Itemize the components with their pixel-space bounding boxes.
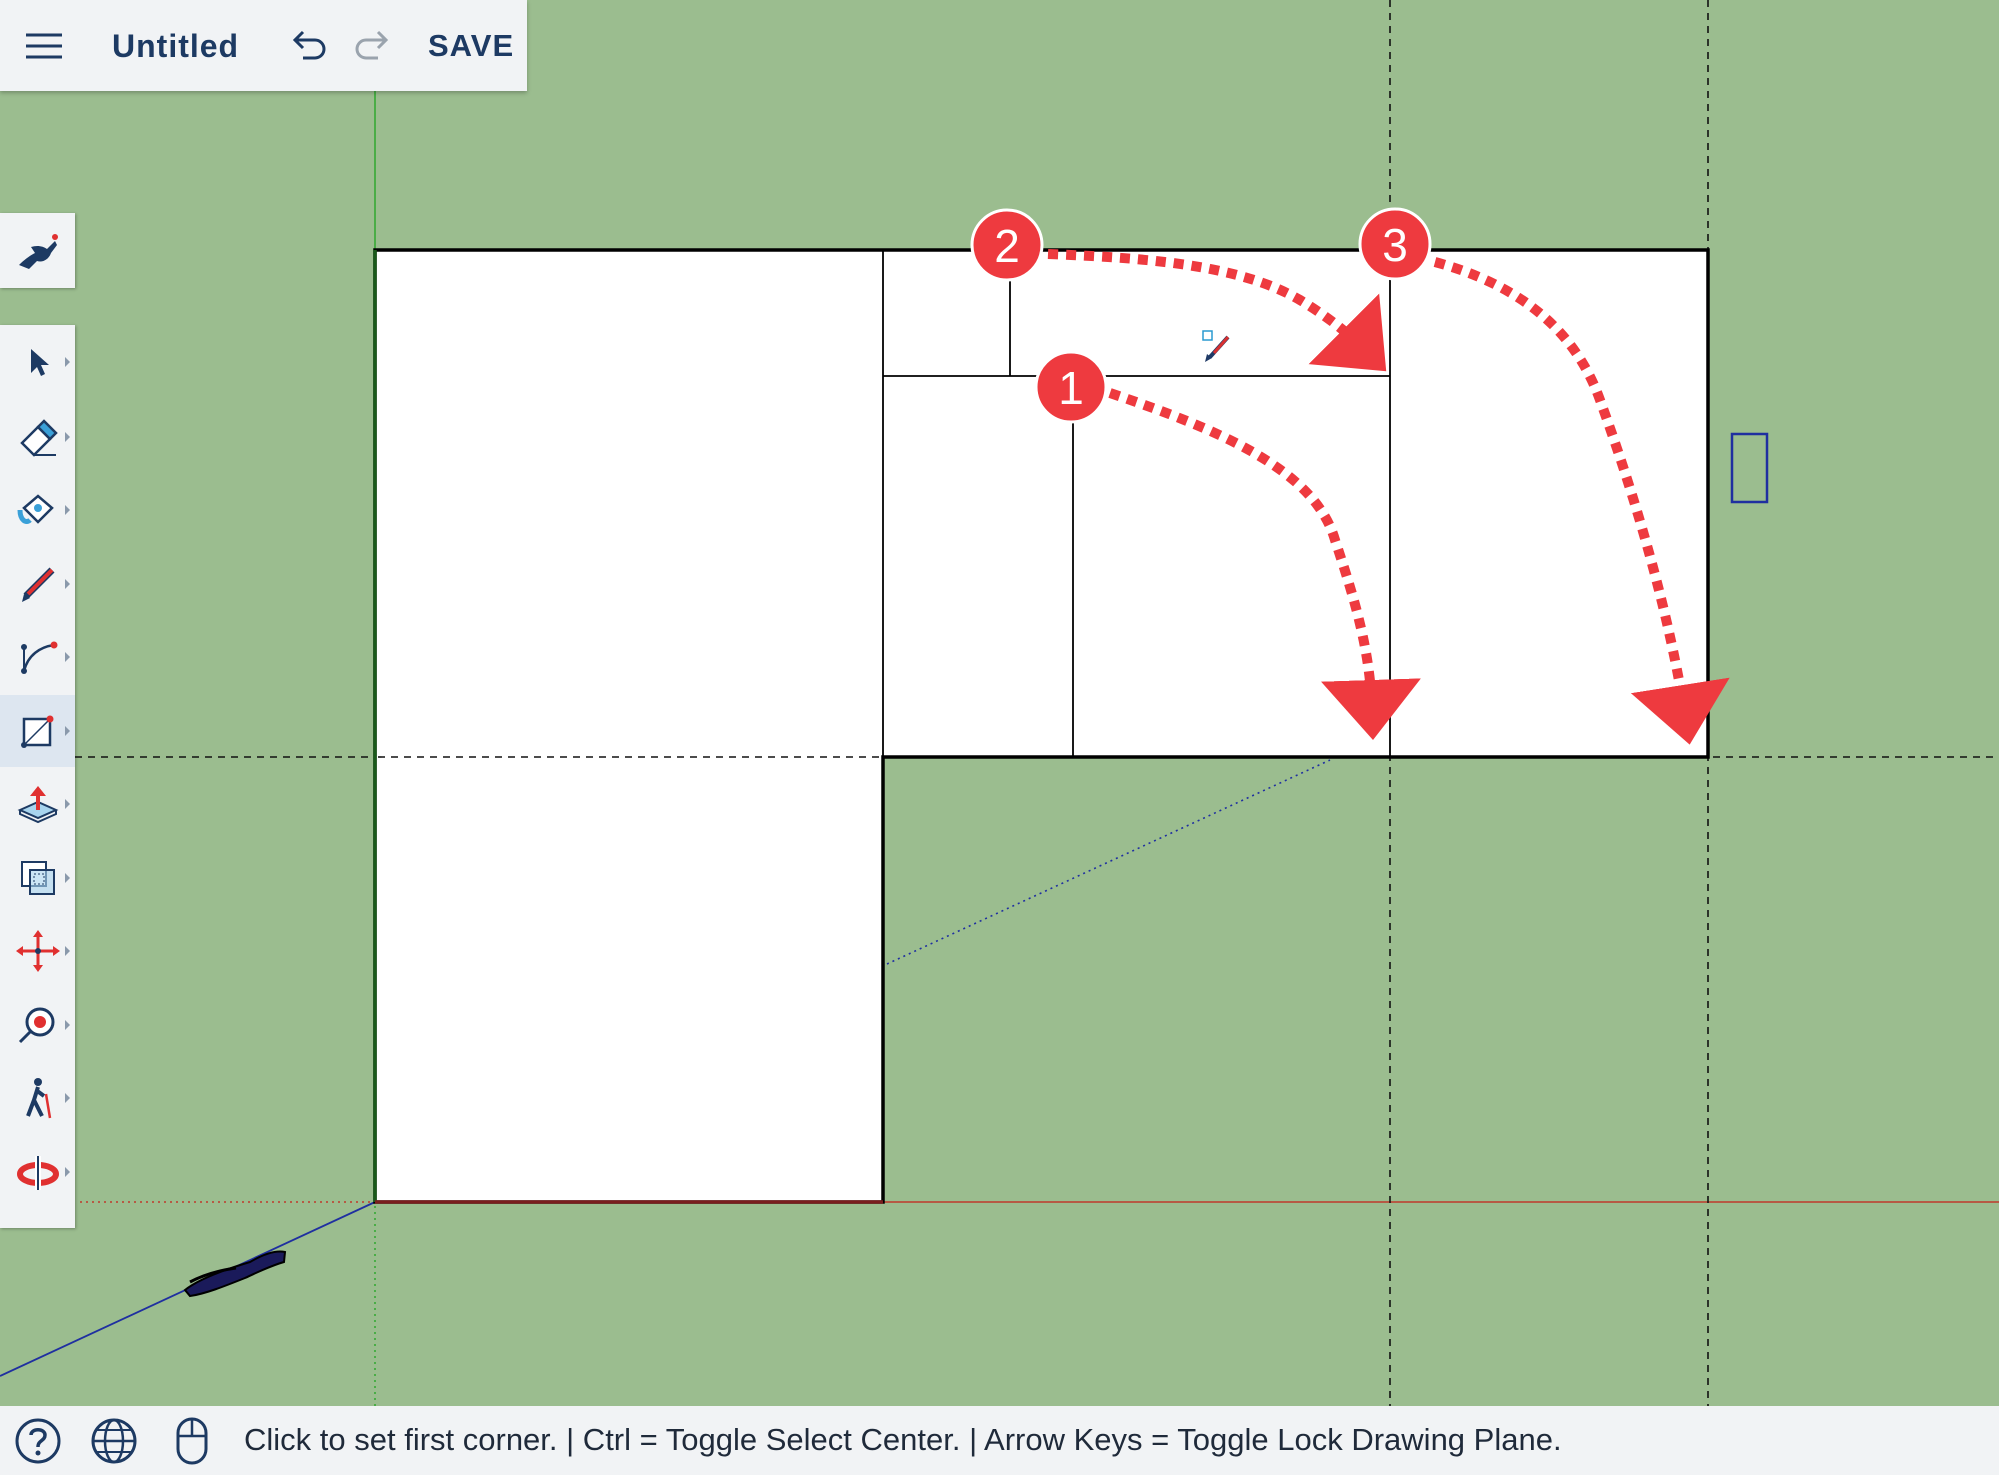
help-icon [15, 1418, 61, 1464]
tool-expand-caret[interactable] [65, 357, 70, 367]
eraser-tool[interactable] [0, 401, 75, 473]
tool-palette [0, 325, 75, 1228]
tool-expand-caret[interactable] [65, 579, 70, 589]
blue-inference-line [886, 759, 1331, 965]
arc-icon [20, 641, 57, 674]
globe-icon [91, 1418, 137, 1464]
undo-icon [292, 30, 326, 60]
blue-rectangle-marker [1730, 432, 1769, 504]
tool-expand-caret[interactable] [65, 1093, 70, 1103]
arc-tool[interactable] [0, 621, 75, 693]
annotation-number: 2 [994, 220, 1020, 272]
tool-expand-caret[interactable] [65, 432, 70, 442]
move-arrows-icon [15, 930, 60, 972]
offset-icon [20, 861, 55, 895]
move-tool[interactable] [0, 915, 75, 987]
status-message: Click to set first corner. | Ctrl = Togg… [244, 1422, 1562, 1457]
document-title[interactable]: Untitled [112, 22, 239, 70]
status-bar: Click to set first corner. | Ctrl = Togg… [0, 1406, 1999, 1475]
tool-expand-caret[interactable] [65, 799, 70, 809]
mouse-button[interactable] [167, 1416, 217, 1466]
rectangle-icon [20, 715, 53, 748]
annotation-badge-2: 2 [970, 208, 1044, 282]
tool-expand-caret[interactable] [65, 946, 70, 956]
eraser-icon [19, 419, 58, 457]
redo-button[interactable] [352, 26, 396, 66]
instructor-button[interactable] [0, 213, 75, 288]
tool-expand-caret[interactable] [65, 726, 70, 736]
top-bar: Untitled SAVE [0, 0, 527, 91]
paint-bucket-tool[interactable] [0, 474, 75, 546]
walk-icon [25, 1078, 51, 1119]
walk-tool[interactable] [0, 1062, 75, 1134]
paint-bucket-icon [17, 494, 54, 524]
mouse-icon [176, 1417, 208, 1465]
tool-expand-caret[interactable] [65, 873, 70, 883]
annotation-number: 1 [1058, 362, 1084, 414]
instructor-icon [18, 233, 58, 269]
offset-tool[interactable] [0, 842, 75, 914]
hamburger-menu-icon [26, 33, 62, 59]
tool-expand-caret[interactable] [65, 505, 70, 515]
hamburger-menu-button[interactable] [22, 28, 66, 64]
globe-button[interactable] [89, 1416, 139, 1466]
tool-expand-caret[interactable] [65, 1020, 70, 1030]
push-pull-tool[interactable] [0, 768, 75, 840]
scale-figure[interactable] [183, 1250, 287, 1298]
select-tool[interactable] [0, 326, 75, 398]
tape-measure-tool[interactable] [0, 989, 75, 1061]
tool-expand-caret[interactable] [65, 652, 70, 662]
push-pull-icon [17, 786, 58, 824]
help-button[interactable] [13, 1416, 63, 1466]
annotation-badge-1: 1 [1034, 350, 1108, 424]
line-tool[interactable] [0, 548, 75, 620]
annotation-number: 3 [1382, 219, 1408, 271]
arrow-cursor-icon [30, 349, 49, 376]
drawing-canvas[interactable]: 1 2 3 [0, 0, 1999, 1475]
save-button[interactable]: SAVE [428, 22, 514, 70]
section-plane-icon [16, 1156, 59, 1190]
undo-button[interactable] [285, 26, 329, 66]
pencil-icon [21, 567, 54, 602]
annotation-badge-3: 3 [1358, 207, 1432, 281]
redo-icon [355, 30, 389, 60]
rectangle-tool[interactable] [0, 695, 75, 767]
section-plane-tool[interactable] [0, 1136, 75, 1208]
tape-measure-icon [18, 1007, 54, 1044]
tool-expand-caret[interactable] [65, 1167, 70, 1177]
